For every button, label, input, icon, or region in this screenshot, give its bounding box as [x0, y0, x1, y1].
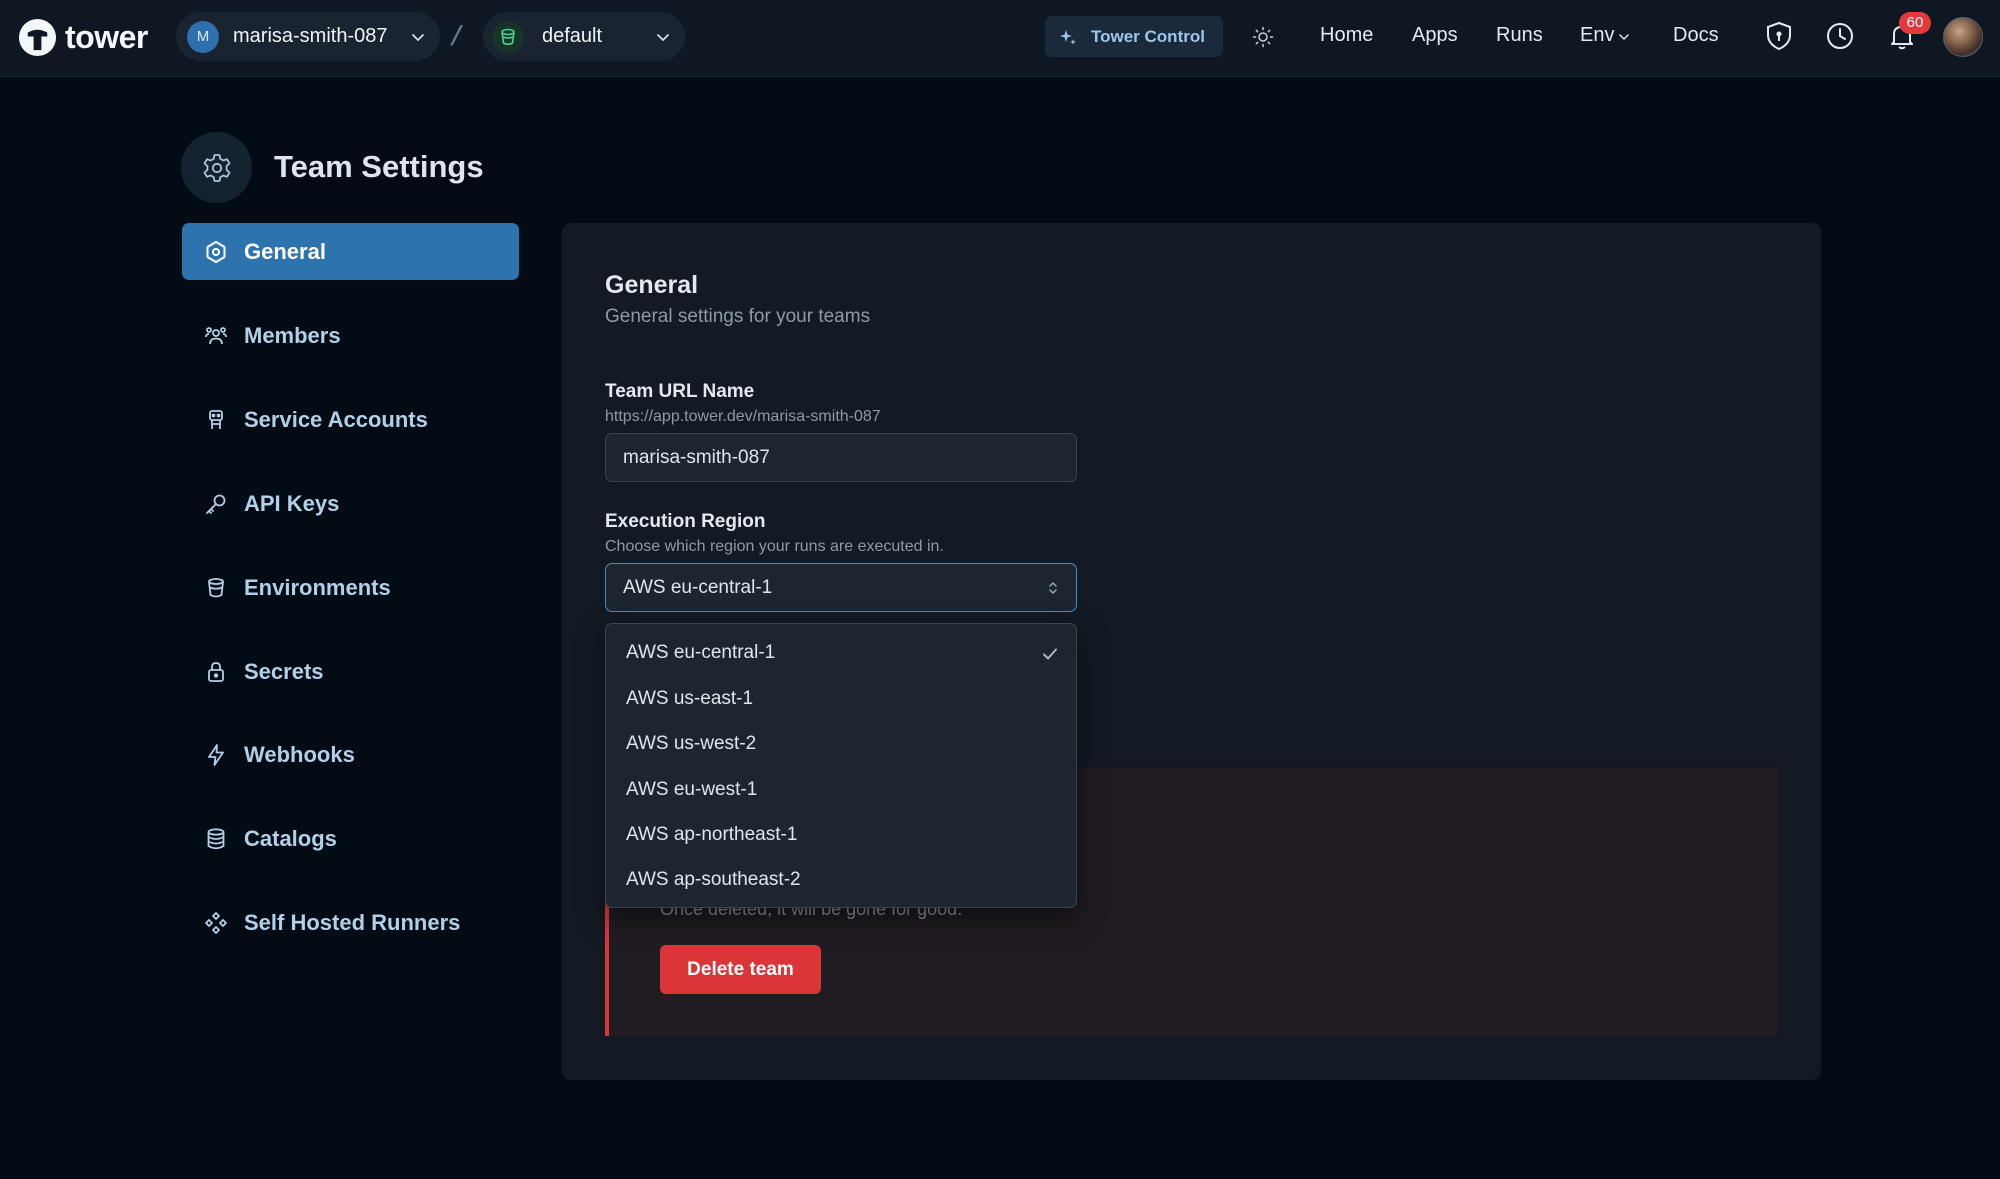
- nav-apps[interactable]: Apps: [1412, 24, 1458, 47]
- check-icon: [1043, 648, 1057, 660]
- sun-icon[interactable]: [1252, 26, 1274, 48]
- robot-icon: [209, 409, 223, 429]
- lock-icon: [208, 661, 224, 682]
- breadcrumb-separator: /: [448, 19, 464, 54]
- nav-env[interactable]: Env: [1580, 24, 1614, 47]
- team-avatar: M: [187, 20, 219, 53]
- database-icon: [207, 827, 225, 849]
- notification-count-badge: 60: [1899, 12, 1931, 34]
- sidebar-item-label: Service Accounts: [244, 406, 428, 432]
- sidebar-item-label: API Keys: [244, 490, 340, 516]
- team-url-input[interactable]: [605, 433, 1077, 482]
- environment-icon: [492, 20, 524, 53]
- sidebar-item-label: General: [244, 238, 326, 264]
- team-name: marisa-smith-087: [233, 25, 388, 47]
- members-icon: [205, 326, 227, 344]
- team-url-label: Team URL Name: [605, 381, 755, 402]
- execution-region-select[interactable]: AWS eu-central-1: [605, 563, 1077, 612]
- sidebar-item-label: Members: [244, 322, 341, 348]
- region-option-label: AWS eu-west-1: [626, 779, 758, 800]
- tower-logo[interactable]: tower: [18, 16, 148, 58]
- sidebar-item-catalogs[interactable]: Catalogs: [182, 810, 519, 867]
- region-option-label: AWS ap-northeast-1: [626, 824, 798, 845]
- nav-home[interactable]: Home: [1320, 24, 1373, 47]
- environment-name: default: [542, 25, 603, 47]
- sidebar-item-label: Catalogs: [244, 825, 337, 851]
- region-option[interactable]: AWS ap-northeast-1: [606, 813, 1076, 858]
- sidebar-item-secrets[interactable]: Secrets: [182, 643, 519, 700]
- tower-control-button[interactable]: Tower Control: [1045, 16, 1223, 57]
- chevron-down-icon: [1619, 34, 1629, 41]
- shield-icon[interactable]: [1763, 20, 1795, 52]
- sparkle-icon: [1060, 29, 1076, 45]
- execution-region-label: Execution Region: [605, 511, 766, 532]
- tower-logo-icon: [18, 18, 57, 56]
- sidebar-item-webhooks[interactable]: Webhooks: [182, 726, 519, 783]
- section-title: General: [605, 271, 699, 299]
- clock-icon[interactable]: [1824, 20, 1856, 52]
- team-url-help: https://app.tower.dev/marisa-smith-087: [605, 408, 881, 425]
- sidebar-item-label: Webhooks: [244, 741, 355, 767]
- region-option-label: AWS ap-southeast-2: [626, 869, 801, 890]
- chevron-up-down-icon: [1049, 582, 1057, 594]
- region-dropdown-menu: AWS eu-central-1 AWS us-east-1 AWS us-we…: [605, 623, 1077, 908]
- cylinder-icon: [208, 577, 224, 597]
- nav-docs[interactable]: Docs: [1673, 24, 1719, 47]
- lightning-icon: [208, 743, 224, 766]
- nav-runs[interactable]: Runs: [1496, 24, 1543, 47]
- execution-region-help: Choose which region your runs are execut…: [605, 538, 944, 555]
- user-avatar[interactable]: [1943, 17, 1983, 57]
- delete-team-button[interactable]: Delete team: [660, 945, 821, 994]
- region-option[interactable]: AWS eu-west-1: [606, 768, 1076, 813]
- sidebar-item-members[interactable]: Members: [182, 307, 519, 364]
- select-value: AWS eu-central-1: [623, 577, 773, 598]
- chevron-down-icon: [657, 34, 669, 42]
- region-option-label: AWS us-west-2: [626, 733, 757, 754]
- region-option-label: AWS us-east-1: [626, 688, 754, 709]
- region-option[interactable]: AWS us-west-2: [606, 722, 1076, 767]
- team-switcher[interactable]: M marisa-smith-087: [176, 12, 440, 61]
- sidebar-item-label: Secrets: [244, 658, 324, 684]
- hexagon-settings-icon: [206, 240, 226, 263]
- sidebar-item-label: Self Hosted Runners: [244, 909, 461, 935]
- sidebar-item-service-accounts[interactable]: Service Accounts: [182, 391, 519, 448]
- sidebar-item-general[interactable]: General: [182, 223, 519, 280]
- sidebar-item-label: Environments: [244, 574, 391, 600]
- sidebar-item-environments[interactable]: Environments: [182, 559, 519, 616]
- logo-text: tower: [65, 18, 148, 55]
- key-icon: [206, 494, 226, 514]
- environment-switcher[interactable]: default: [483, 12, 685, 61]
- section-description: General settings for your teams: [605, 306, 871, 327]
- sidebar-item-self-hosted-runners[interactable]: Self Hosted Runners: [182, 894, 519, 951]
- settings-gear-icon: [181, 132, 252, 203]
- top-navigation-bar: tower M marisa-smith-087 / default Tower…: [0, 0, 2000, 77]
- region-option[interactable]: AWS us-east-1: [606, 677, 1076, 722]
- sidebar-item-api-keys[interactable]: API Keys: [182, 475, 519, 532]
- page-title: Team Settings: [274, 149, 484, 184]
- region-option[interactable]: AWS ap-southeast-2: [606, 858, 1076, 903]
- region-option-label: AWS eu-central-1: [626, 642, 776, 663]
- chevron-down-icon: [412, 34, 424, 42]
- tower-control-label: Tower Control: [1091, 26, 1205, 46]
- region-option[interactable]: AWS eu-central-1: [606, 631, 1076, 676]
- runners-icon: [205, 911, 227, 934]
